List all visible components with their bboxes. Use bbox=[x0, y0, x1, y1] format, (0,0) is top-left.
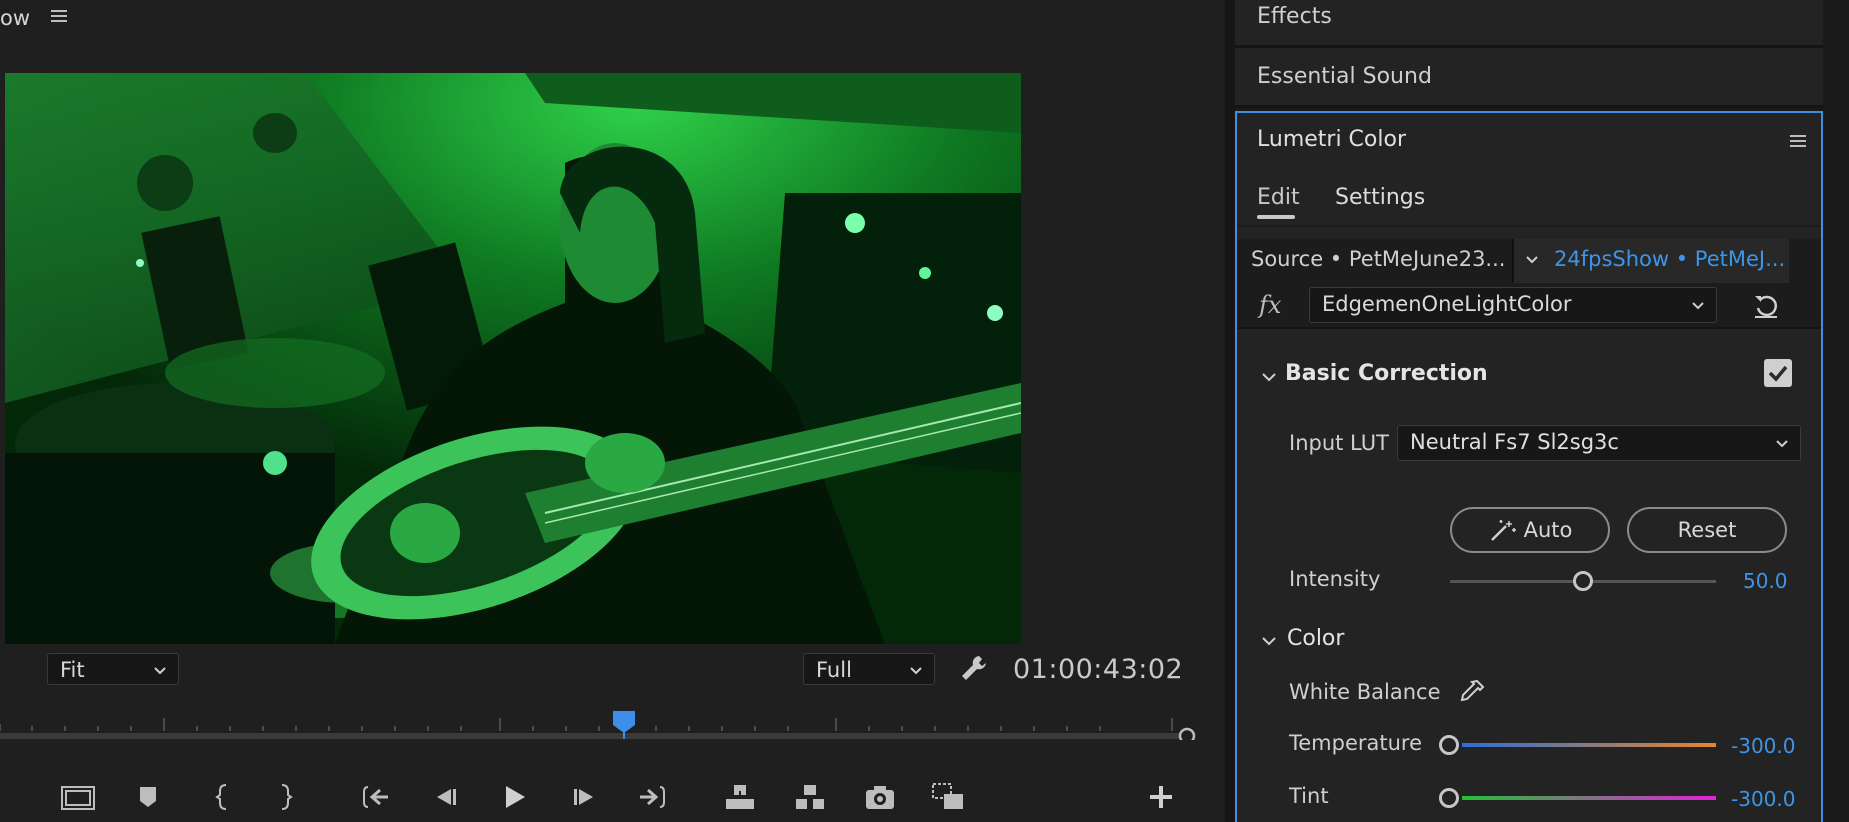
play-icon[interactable] bbox=[496, 779, 532, 815]
chevron-down-icon bbox=[154, 667, 166, 675]
input-lut-select[interactable]: Neutral Fs7 Sl2sg3c bbox=[1397, 425, 1801, 461]
monitor-title: ow bbox=[0, 6, 31, 30]
tint-value[interactable]: -300.0 bbox=[1731, 787, 1795, 811]
magic-wand-icon bbox=[1490, 520, 1516, 541]
playback-resolution-value: Full bbox=[816, 658, 852, 682]
wrench-settings-icon[interactable] bbox=[959, 653, 989, 683]
eyedropper-icon[interactable] bbox=[1457, 677, 1487, 707]
intensity-label: Intensity bbox=[1289, 567, 1381, 591]
checkmark-icon bbox=[1768, 365, 1788, 382]
sequence-clip-tab[interactable]: 24fpsShow • PetMeJ... bbox=[1514, 239, 1789, 283]
tint-slider-track[interactable] bbox=[1462, 796, 1716, 800]
hamburger-menu-icon[interactable] bbox=[1789, 133, 1807, 149]
sequence-clip-label: 24fpsShow • PetMeJ... bbox=[1554, 247, 1786, 271]
effects-panel-header[interactable]: Effects bbox=[1235, 0, 1823, 48]
zoom-level-select[interactable]: Fit bbox=[47, 653, 179, 685]
chevron-down-icon bbox=[910, 667, 922, 675]
step-forward-icon[interactable] bbox=[566, 779, 602, 815]
clip-target-row: Source • PetMeJune23... 24fpsShow • PetM… bbox=[1237, 239, 1821, 283]
playhead-timecode[interactable]: 01:00:43:02 bbox=[1013, 654, 1183, 685]
comparison-view-icon[interactable] bbox=[930, 779, 966, 815]
reset-button[interactable]: Reset bbox=[1627, 507, 1787, 553]
add-button-icon[interactable] bbox=[1143, 779, 1179, 815]
tabs-divider bbox=[1237, 225, 1821, 227]
tab-edit[interactable]: Edit bbox=[1257, 185, 1300, 210]
safe-margins-icon[interactable] bbox=[60, 779, 96, 815]
chevron-down-icon[interactable] bbox=[1261, 633, 1277, 649]
transport-controls bbox=[0, 775, 1200, 822]
go-to-out-icon[interactable] bbox=[634, 779, 670, 815]
mark-in-icon[interactable] bbox=[204, 779, 240, 815]
reset-button-label: Reset bbox=[1677, 518, 1737, 542]
basic-correction-heading[interactable]: Basic Correction bbox=[1285, 361, 1488, 386]
temperature-value[interactable]: -300.0 bbox=[1731, 734, 1795, 758]
intensity-value[interactable]: 50.0 bbox=[1743, 569, 1788, 593]
essential-sound-panel-header[interactable]: Essential Sound bbox=[1235, 48, 1823, 108]
program-monitor: ow Fit Full 01:00:43:02 bbox=[0, 0, 1225, 822]
temperature-slider-track[interactable] bbox=[1462, 743, 1716, 747]
chevron-down-icon bbox=[1692, 302, 1704, 310]
fx-icon[interactable]: fx bbox=[1259, 291, 1281, 319]
tint-label: Tint bbox=[1289, 784, 1329, 808]
time-ruler[interactable] bbox=[0, 700, 1200, 740]
basic-correction-enable-checkbox[interactable] bbox=[1764, 359, 1792, 387]
essential-sound-panel-title: Essential Sound bbox=[1257, 64, 1432, 89]
tint-slider-knob[interactable] bbox=[1439, 788, 1459, 808]
lumetri-color-panel: Lumetri Color Edit Settings Source • Pet… bbox=[1235, 111, 1823, 822]
auto-button[interactable]: Auto bbox=[1450, 507, 1610, 553]
auto-button-label: Auto bbox=[1523, 518, 1573, 542]
white-balance-label: White Balance bbox=[1289, 680, 1441, 704]
temperature-label: Temperature bbox=[1289, 731, 1423, 755]
input-lut-value: Neutral Fs7 Sl2sg3c bbox=[1410, 430, 1619, 454]
right-panel-stack: Effects Essential Sound Lumetri Color Ed… bbox=[1235, 0, 1849, 822]
zoom-level-value: Fit bbox=[60, 658, 85, 682]
temperature-slider-knob[interactable] bbox=[1439, 735, 1459, 755]
go-to-in-icon[interactable] bbox=[358, 779, 394, 815]
extract-icon[interactable] bbox=[792, 779, 828, 815]
hamburger-menu-icon[interactable] bbox=[50, 8, 68, 24]
source-clip-tab[interactable]: Source • PetMeJune23... bbox=[1251, 247, 1505, 271]
intensity-slider-knob[interactable] bbox=[1573, 571, 1593, 591]
input-lut-label: Input LUT bbox=[1289, 431, 1389, 455]
export-frame-icon[interactable] bbox=[862, 779, 898, 815]
step-back-icon[interactable] bbox=[428, 779, 464, 815]
effects-panel-title: Effects bbox=[1257, 4, 1332, 29]
add-marker-icon[interactable] bbox=[130, 779, 166, 815]
active-tab-indicator bbox=[1257, 215, 1295, 219]
video-preview[interactable] bbox=[5, 73, 1021, 644]
tab-settings[interactable]: Settings bbox=[1335, 185, 1425, 210]
mark-out-icon[interactable] bbox=[268, 779, 304, 815]
effect-preset-value: EdgemenOneLightColor bbox=[1322, 292, 1572, 316]
chevron-down-icon[interactable] bbox=[1261, 369, 1277, 385]
effect-preset-select[interactable]: EdgemenOneLightColor bbox=[1309, 287, 1717, 323]
chevron-down-icon bbox=[1776, 440, 1788, 448]
color-section-heading[interactable]: Color bbox=[1287, 626, 1344, 651]
video-frame-image bbox=[5, 73, 1021, 644]
reset-effect-icon[interactable] bbox=[1751, 291, 1781, 321]
lift-icon[interactable] bbox=[722, 779, 758, 815]
playback-resolution-select[interactable]: Full bbox=[803, 653, 935, 685]
panel-divider[interactable] bbox=[1225, 0, 1235, 822]
chevron-down-icon[interactable] bbox=[1524, 251, 1540, 267]
effect-preset-row: fx EdgemenOneLightColor bbox=[1237, 283, 1821, 329]
lumetri-panel-title: Lumetri Color bbox=[1257, 127, 1406, 152]
